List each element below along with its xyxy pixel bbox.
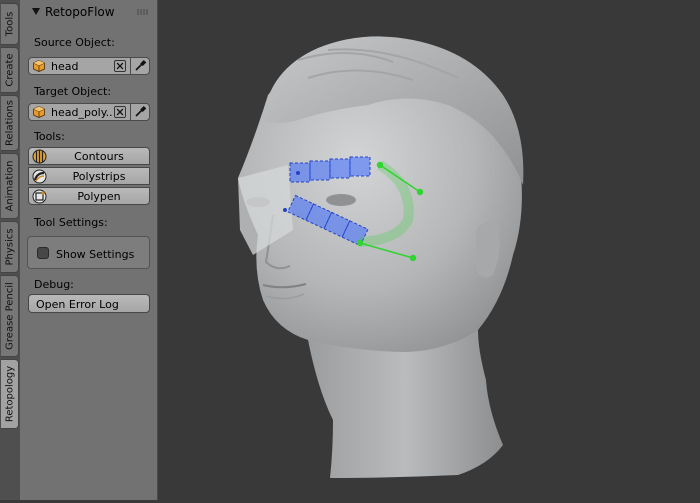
tab-animation-label: Animation [4, 160, 15, 212]
contours-label: Contours [74, 150, 124, 163]
tab-animation[interactable]: Animation [1, 153, 19, 219]
target-object-value: head_poly... [51, 106, 113, 119]
tool-settings-label: Tool Settings: [34, 216, 108, 229]
contours-button[interactable]: Contours [28, 147, 150, 165]
source-object-field[interactable]: head [28, 57, 150, 75]
cube-icon [33, 60, 45, 72]
eyedropper-icon[interactable] [133, 59, 147, 73]
tools-label: Tools: [34, 130, 65, 143]
source-object-value: head [51, 60, 79, 73]
open-error-log-label: Open Error Log [36, 298, 119, 311]
target-object-field[interactable]: head_poly... [28, 103, 150, 121]
retopoflow-panel: RetopoFlow Source Object: head Target Ob… [20, 0, 158, 500]
polystrips-button[interactable]: Polystrips [28, 167, 150, 185]
eyedropper-icon[interactable] [133, 105, 147, 119]
tab-tools-label: Tools [4, 11, 15, 37]
tab-physics[interactable]: Physics [1, 221, 19, 273]
panel-header[interactable]: RetopoFlow [32, 5, 115, 19]
open-error-log-button[interactable]: Open Error Log [28, 294, 150, 313]
contours-icon [32, 149, 47, 164]
collapse-triangle-icon [32, 8, 40, 15]
tool-shelf-tabs: Tools Create Relations Animation Physics… [0, 0, 21, 500]
polypen-icon [32, 189, 47, 204]
cube-icon [33, 106, 45, 118]
tab-retopology-label: Retopology [4, 365, 15, 423]
debug-label: Debug: [34, 278, 74, 291]
tab-relations[interactable]: Relations [1, 95, 19, 151]
drag-grip-icon[interactable] [137, 9, 149, 15]
tab-create[interactable]: Create [1, 47, 19, 93]
polypen-button[interactable]: Polypen [28, 187, 150, 205]
show-settings-label[interactable]: Show Settings [56, 248, 134, 261]
head-model-render [238, 36, 524, 478]
panel-title: RetopoFlow [45, 5, 115, 19]
polystrips-icon [32, 169, 47, 184]
tab-retopology[interactable]: Retopology [1, 359, 19, 429]
3d-viewport[interactable] [158, 0, 700, 500]
clear-x-icon[interactable] [114, 60, 126, 72]
polystrips-label: Polystrips [72, 170, 126, 183]
tab-create-label: Create [4, 53, 15, 87]
target-object-label: Target Object: [34, 85, 112, 98]
tool-settings-box: Show Settings [27, 236, 150, 269]
clear-x-icon[interactable] [114, 106, 126, 118]
tab-relations-label: Relations [4, 100, 15, 146]
tab-tools[interactable]: Tools [1, 3, 19, 45]
polypen-label: Polypen [77, 190, 121, 203]
show-settings-checkbox[interactable] [37, 247, 49, 259]
tab-grease-pencil[interactable]: Grease Pencil [1, 275, 19, 357]
source-object-label: Source Object: [34, 36, 115, 49]
tab-grease-pencil-label: Grease Pencil [4, 282, 15, 350]
tab-physics-label: Physics [4, 228, 15, 266]
